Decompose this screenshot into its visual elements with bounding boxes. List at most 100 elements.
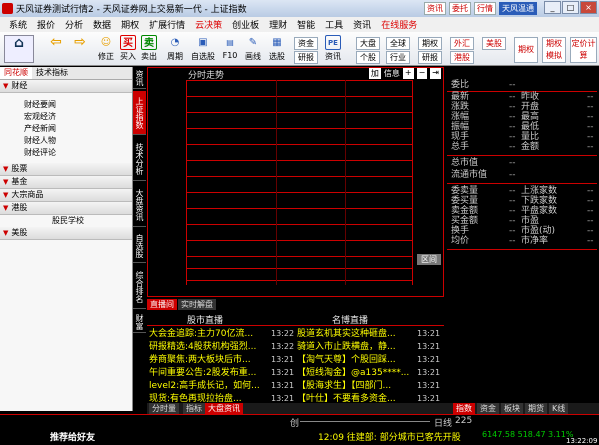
market-button[interactable]: 大盘 <box>356 37 380 50</box>
tab-sector[interactable]: 板块 <box>501 403 523 414</box>
range-button[interactable]: 区间 <box>417 254 441 265</box>
list-item[interactable]: 宏观经济 <box>0 111 132 123</box>
menu-info[interactable]: 资讯 <box>348 18 376 31</box>
menu-online-service[interactable]: 在线服务 <box>376 18 422 31</box>
vtab-watchlist[interactable]: 自选股 <box>133 229 146 263</box>
news-item[interactable]: 【叶仕】不要看多资金... <box>297 393 415 403</box>
category-us-stocks[interactable]: ▼ 美股 <box>0 227 132 240</box>
vtab-wealth[interactable]: 财富 <box>133 311 146 333</box>
maximize-button[interactable]: □ <box>562 1 579 14</box>
us-stock-button[interactable]: 美股 <box>482 37 506 50</box>
vtab-market-info[interactable]: 大盘资讯 <box>133 183 146 227</box>
sell-button[interactable]: 卖 卖出 <box>139 35 159 63</box>
hk-stock-button[interactable]: 港股 <box>450 51 474 64</box>
menu-analysis[interactable]: 分析 <box>60 18 88 31</box>
list-item[interactable]: 财经评论 <box>0 147 132 159</box>
vtab-sh-index[interactable]: 上证指数 <box>133 91 146 135</box>
clock-icon: ◔ <box>170 37 180 48</box>
option-sim-button[interactable]: 期权模拟 <box>542 37 566 63</box>
stock-button[interactable]: 个股 <box>356 51 380 64</box>
news-item[interactable]: 【股海求生】【四部门... <box>297 380 415 392</box>
recommend-friend-link[interactable]: 推荐给好友 <box>50 430 95 443</box>
news-item[interactable]: 股道玄机其实这种砸盘... <box>297 328 415 340</box>
option-big-button[interactable]: 期权 <box>514 37 538 63</box>
menu-gem[interactable]: 创业板 <box>227 18 264 31</box>
back-button[interactable]: ⇦ <box>46 35 66 63</box>
tab-volume[interactable]: 分时量 <box>149 403 179 414</box>
tab-ths[interactable]: 同花顺 <box>0 67 32 79</box>
forward-button[interactable]: ⇨ <box>70 35 90 63</box>
fix-button[interactable]: ☺ 修正 <box>95 35 117 63</box>
chart-info-button[interactable]: 信息 <box>384 68 400 79</box>
zoom-out-icon[interactable]: − <box>416 68 428 79</box>
menu-tools[interactable]: 工具 <box>320 18 348 31</box>
draw-line-button[interactable]: ✎ 画线 <box>242 35 264 63</box>
info-button[interactable]: 资讯 <box>424 2 446 15</box>
quote-button[interactable]: 行情 <box>474 2 496 15</box>
menu-finance[interactable]: 理财 <box>264 18 292 31</box>
options-small-button[interactable]: 期权 <box>418 37 442 50</box>
news-ticker[interactable]: 12:09 往建部: 部分城市已客先开股 <box>318 430 478 443</box>
buy-label: 买入 <box>120 52 136 61</box>
expand-icon[interactable]: ⇥ <box>430 68 441 79</box>
global-button[interactable]: 全球 <box>386 37 410 50</box>
list-item[interactable]: 产经新闻 <box>0 123 132 135</box>
category-hk-stocks[interactable]: ▼ 港股 <box>0 202 132 215</box>
tab-kline[interactable]: K线 <box>549 403 569 414</box>
order-button[interactable]: 委托 <box>449 2 471 15</box>
tab-realtime-analysis[interactable]: 实时解盘 <box>178 299 216 310</box>
forex-button[interactable]: 外汇 <box>450 37 474 50</box>
vtab-ranking[interactable]: 综合排名 <box>133 265 146 309</box>
menu-quote[interactable]: 报价 <box>32 18 60 31</box>
news-item[interactable]: 研报精选:4股获机构强烈... <box>149 341 269 353</box>
category-commodities[interactable]: ▼ 大宗商品 <box>0 189 132 202</box>
news-item[interactable]: level2:高手成长记，如何... <box>149 380 269 392</box>
news-item[interactable]: 券商聚焦:两大板块后市... <box>149 354 269 366</box>
industry-button[interactable]: 行业 <box>386 51 410 64</box>
buy-button[interactable]: 买 买入 <box>118 35 138 63</box>
news-item[interactable]: 【短线淘金】@a135****... <box>297 367 415 379</box>
tab-indicator[interactable]: 指标 <box>183 403 205 414</box>
tab-market-info[interactable]: 大盘资讯 <box>205 403 243 414</box>
category-finance[interactable]: ▼ 财经 <box>0 80 132 93</box>
list-item[interactable]: 股民学校 <box>0 215 132 227</box>
category-stocks[interactable]: ▼ 股票 <box>0 163 132 176</box>
vtab-tech-analysis[interactable]: 技术分析 <box>133 137 146 181</box>
tab-fund-flow[interactable]: 资金 <box>477 403 499 414</box>
home-button[interactable]: ⌂ <box>4 35 34 63</box>
menu-smart[interactable]: 智能 <box>292 18 320 31</box>
chart-add-button[interactable]: 加 <box>368 68 381 79</box>
info-pe-button[interactable]: PE 资讯 <box>322 35 344 63</box>
menu-cloud-decision[interactable]: 云决策 <box>190 18 227 31</box>
intraday-chart[interactable]: 分时走势 加 信息 + − ⇥ 区间 <box>147 67 444 297</box>
news-item[interactable]: 午间重要公告:2股发布重... <box>149 367 269 379</box>
tab-futures[interactable]: 期货 <box>525 403 547 414</box>
tianfeng-link-button[interactable]: 天风温通 <box>499 2 537 15</box>
period-button[interactable]: ◔ 周期 <box>165 35 185 63</box>
menu-data[interactable]: 数据 <box>88 18 116 31</box>
list-item[interactable]: 财经人物 <box>0 135 132 147</box>
list-item[interactable]: 财经要闻 <box>0 99 132 111</box>
pricing-calc-button[interactable]: 定价计算 <box>570 37 597 63</box>
research2-button[interactable]: 研报 <box>418 51 442 64</box>
f10-button[interactable]: ▤ F10 <box>220 35 240 63</box>
watchlist-button[interactable]: ▣ 自选股 <box>190 35 216 63</box>
minimize-button[interactable]: _ <box>544 1 561 14</box>
stock-picker-button[interactable]: ▦ 选股 <box>266 35 288 63</box>
news-item[interactable]: 骑道入市止跌横盘，静... <box>297 341 415 353</box>
menu-system[interactable]: 系统 <box>4 18 32 31</box>
research-button[interactable]: 研报 <box>294 51 318 64</box>
news-item[interactable]: 现货:有色再现拉抬盘... <box>149 393 269 403</box>
news-item[interactable]: 【淘气天尊】个股回踩... <box>297 354 415 366</box>
tab-index[interactable]: 指数 <box>453 403 475 414</box>
menu-options[interactable]: 期权 <box>116 18 144 31</box>
tab-live-room[interactable]: 直播间 <box>147 299 177 310</box>
tab-tech-indicator[interactable]: 技术指标 <box>32 67 72 79</box>
zoom-in-icon[interactable]: + <box>402 68 414 79</box>
fund-button[interactable]: 资金 <box>294 37 318 50</box>
news-item[interactable]: 大会金追踪:主力70亿流... <box>149 328 269 340</box>
category-funds[interactable]: ▼ 基金 <box>0 176 132 189</box>
close-button[interactable]: × <box>580 1 597 14</box>
menu-extended[interactable]: 扩展行情 <box>144 18 190 31</box>
vtab-info[interactable]: 资讯 <box>133 67 146 89</box>
